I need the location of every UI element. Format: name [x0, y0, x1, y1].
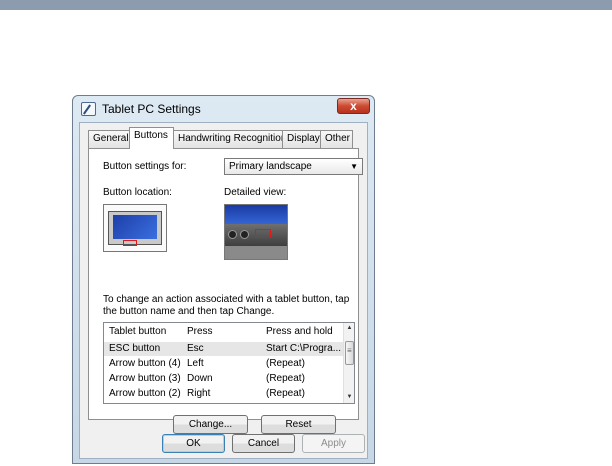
list-header: Tablet button Press Press and hold [104, 323, 343, 341]
detail-knob-left [228, 230, 237, 239]
dropdown-selected-value: Primary landscape [229, 161, 312, 172]
detail-base [225, 246, 287, 259]
table-row[interactable]: Arrow button (2) Right (Repeat) [104, 387, 343, 401]
dropdown-arrow-icon: ▼ [350, 162, 358, 171]
row-press-action: Left [187, 358, 204, 369]
detail-knob-right [240, 230, 249, 239]
row-button-name: Arrow button (4) [109, 358, 181, 369]
button-location-image [103, 204, 167, 252]
change-button[interactable]: Change... [173, 415, 248, 434]
table-row[interactable]: Arrow button (4) Left (Repeat) [104, 357, 343, 371]
close-button[interactable]: x [337, 98, 370, 114]
window-title: Tablet PC Settings [102, 102, 201, 116]
apply-button[interactable]: Apply [302, 434, 365, 453]
list-scrollbar[interactable]: ▲ ▼ [343, 323, 354, 403]
row-hold-action: (Repeat) [266, 373, 305, 384]
buttons-tab-panel: Button settings for: Primary landscape ▼… [88, 148, 363, 434]
tab-general[interactable]: General [88, 130, 130, 148]
column-header-press-and-hold[interactable]: Press and hold [266, 323, 343, 341]
row-press-action: Down [187, 373, 213, 384]
detail-button-marker [255, 229, 271, 238]
row-press-action: Right [187, 388, 211, 399]
table-row[interactable]: ESC button Esc Start C:\Progra... [104, 342, 343, 356]
detailed-view-label: Detailed view: [224, 187, 287, 198]
detailed-view-image [224, 204, 288, 260]
row-hold-action: (Repeat) [266, 358, 305, 369]
table-row[interactable]: Arrow button (3) Down (Repeat) [104, 372, 343, 386]
cancel-button[interactable]: Cancel [232, 434, 295, 453]
row-hold-action: (Repeat) [266, 388, 305, 399]
row-button-name: Arrow button (2) [109, 388, 181, 399]
button-settings-for-label: Button settings for: [103, 161, 187, 172]
button-location-label: Button location: [103, 187, 172, 198]
title-bar[interactable]: Tablet PC Settings x [73, 96, 374, 122]
tablet-buttons-list[interactable]: Tablet button Press Press and hold ESC b… [103, 322, 355, 404]
column-header-press[interactable]: Press [187, 323, 265, 341]
tablet-pc-settings-dialog: Tablet PC Settings x General Buttons Han… [72, 95, 375, 464]
row-hold-action: Start C:\Progra... [266, 343, 342, 354]
tablet-illustration [108, 211, 162, 246]
button-settings-for-dropdown[interactable]: Primary landscape ▼ [224, 158, 363, 175]
tab-display[interactable]: Display [282, 130, 321, 148]
column-header-tablet-button[interactable]: Tablet button [109, 323, 186, 341]
scroll-up-arrow-icon[interactable]: ▲ [344, 323, 354, 334]
detail-screen-edge [225, 205, 287, 224]
scroll-thumb[interactable] [345, 341, 354, 365]
instructions-line-1: To change an action associated with a ta… [103, 294, 350, 305]
tab-other[interactable]: Other [320, 130, 353, 148]
button-location-marker [123, 240, 137, 246]
scroll-down-arrow-icon[interactable]: ▼ [344, 392, 354, 403]
reset-button[interactable]: Reset [261, 415, 336, 434]
tab-handwriting-recognition[interactable]: Handwriting Recognition [173, 130, 286, 148]
ok-button[interactable]: OK [162, 434, 225, 453]
row-button-name: Arrow button (3) [109, 373, 181, 384]
tab-buttons[interactable]: Buttons [129, 127, 174, 149]
detail-button-strip [225, 224, 287, 246]
tablet-pen-icon [81, 102, 96, 116]
row-button-name: ESC button [109, 343, 161, 354]
tablet-screen [113, 215, 157, 239]
page-header-band [0, 0, 612, 10]
instructions-line-2: the button name and then tap Change. [103, 306, 275, 317]
dialog-client-area: General Buttons Handwriting Recognition … [79, 122, 368, 459]
row-press-action: Esc [187, 343, 204, 354]
